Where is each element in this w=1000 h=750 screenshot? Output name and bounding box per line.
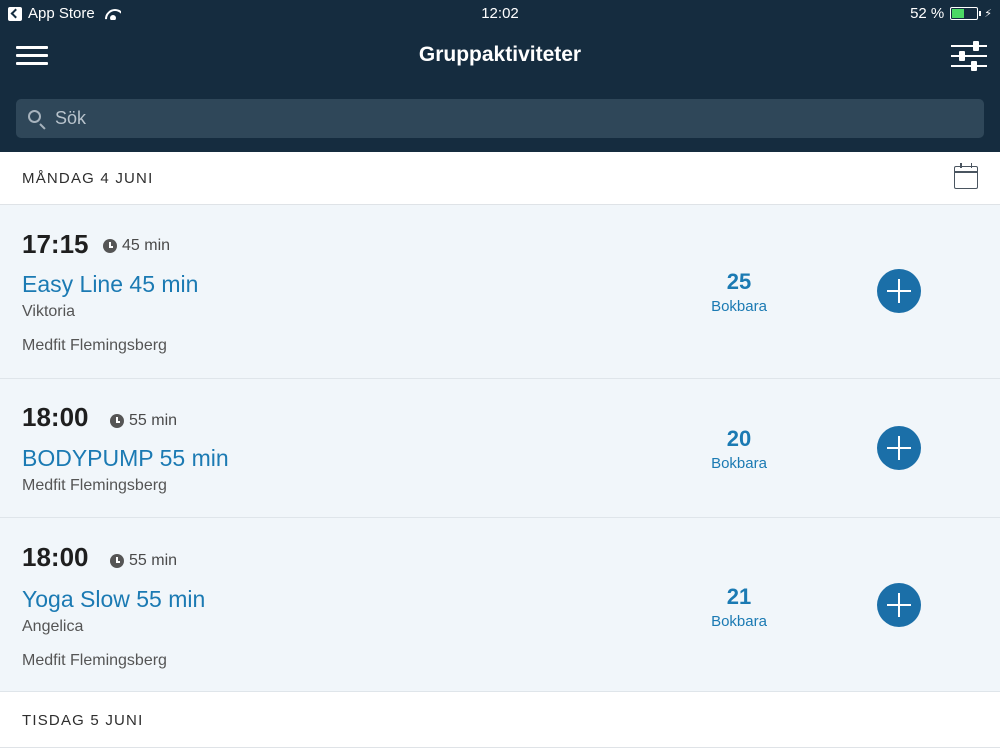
day-label: MÅNDAG 4 JUNI bbox=[22, 170, 154, 187]
status-right: 52 % ⚡ bbox=[910, 5, 992, 22]
activity-instructor: Angelica bbox=[22, 618, 84, 635]
sliders-icon[interactable] bbox=[951, 41, 987, 71]
activity-name[interactable]: BODYPUMP 55 min bbox=[22, 445, 229, 472]
activity-name[interactable]: Yoga Slow 55 min bbox=[22, 586, 205, 613]
activity-card[interactable]: 18:00 55 min Yoga Slow 55 min Angelica M… bbox=[0, 518, 1000, 692]
page-title: Gruppaktiviteter bbox=[418, 43, 582, 66]
add-booking-button[interactable] bbox=[877, 426, 921, 470]
add-booking-button[interactable] bbox=[877, 583, 921, 627]
clock-icon bbox=[103, 239, 117, 253]
duration-label: 45 min bbox=[122, 237, 171, 254]
search-input[interactable]: Sök bbox=[16, 99, 984, 138]
activity-name[interactable]: Easy Line 45 min bbox=[22, 271, 198, 298]
search-placeholder: Sök bbox=[55, 108, 87, 128]
activity-location: Medfit Flemingsberg bbox=[22, 652, 167, 669]
activity-location: Medfit Flemingsberg bbox=[22, 337, 167, 354]
battery-percent: 52 % bbox=[910, 5, 945, 22]
calendar-icon[interactable] bbox=[954, 163, 978, 189]
duration-label: 55 min bbox=[129, 552, 178, 569]
duration-label: 55 min bbox=[129, 412, 178, 429]
activity-time: 17:15 bbox=[22, 229, 89, 259]
day-header: TISDAG 5 JUNI bbox=[0, 692, 1000, 748]
available-count: 21 bbox=[726, 584, 752, 609]
available-label: Bokbara bbox=[711, 455, 767, 472]
available-label: Bokbara bbox=[711, 298, 767, 315]
status-time: 12:02 bbox=[481, 5, 519, 22]
add-booking-button[interactable] bbox=[877, 269, 921, 313]
activity-card[interactable]: 18:00 55 min BODYPUMP 55 min Medfit Flem… bbox=[0, 379, 1000, 518]
day-header: MÅNDAG 4 JUNI bbox=[0, 152, 1000, 205]
charging-icon: ⚡ bbox=[984, 8, 992, 20]
available-count: 20 bbox=[726, 426, 752, 451]
activity-time: 18:00 bbox=[22, 542, 89, 572]
activity-duration: 45 min bbox=[103, 237, 170, 255]
status-bar: App Store 12:02 52 % ⚡ bbox=[0, 0, 1000, 28]
available-count: 25 bbox=[726, 269, 752, 294]
clock-icon bbox=[110, 414, 124, 428]
available-label: Bokbara bbox=[711, 613, 767, 630]
day-label: TISDAG 5 JUNI bbox=[22, 712, 144, 729]
nav-bar: Gruppaktiviteter Sök bbox=[0, 28, 1000, 152]
battery-icon bbox=[950, 7, 982, 20]
activity-duration: 55 min bbox=[110, 552, 177, 570]
activity-time: 18:00 bbox=[22, 402, 89, 432]
clock-icon bbox=[110, 554, 124, 568]
search-icon bbox=[28, 110, 41, 123]
activity-instructor: Viktoria bbox=[22, 303, 76, 320]
activity-duration: 55 min bbox=[110, 412, 177, 430]
activity-location: Medfit Flemingsberg bbox=[22, 477, 167, 494]
activity-card[interactable]: 17:15 45 min Easy Line 45 min Viktoria M… bbox=[0, 205, 1000, 379]
